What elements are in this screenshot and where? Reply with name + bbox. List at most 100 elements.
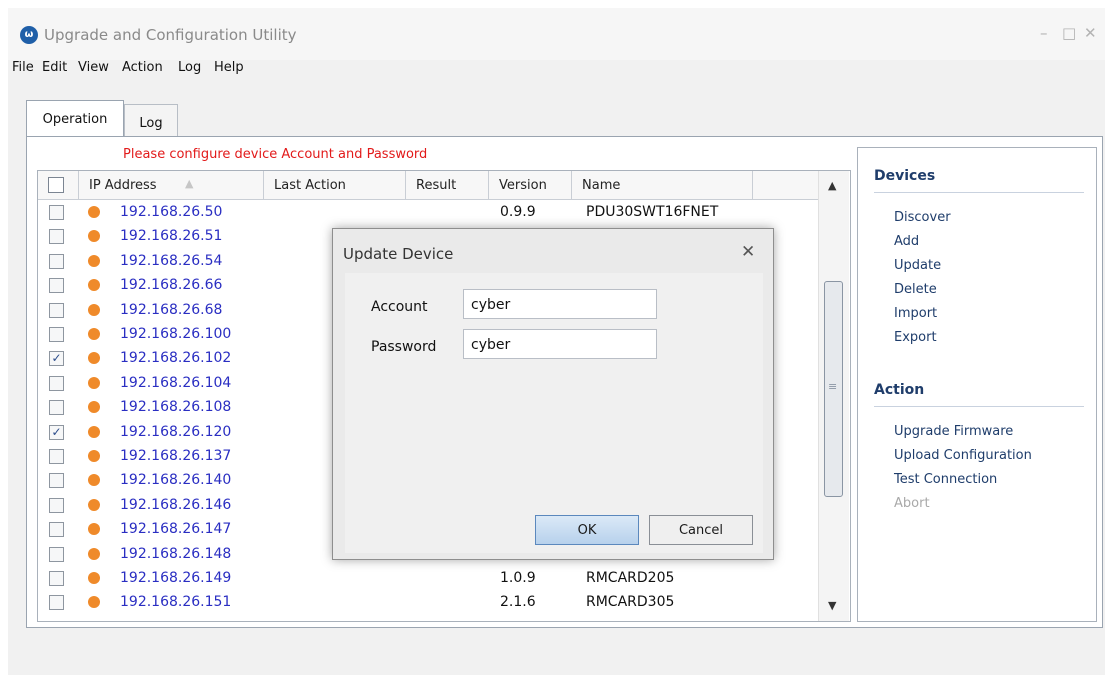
status-dot-icon (88, 279, 100, 292)
devices-heading: Devices (874, 168, 936, 184)
task-sidebar: Devices Discover Add Update Delete Impor… (857, 147, 1097, 622)
table-scrollbar[interactable]: ▲ ≡ ▼ (818, 171, 849, 621)
account-label: Account (371, 299, 428, 315)
version-cell: 1.0.9 (500, 570, 536, 586)
row-checkbox[interactable] (49, 229, 64, 245)
ip-address-cell[interactable]: 192.168.26.50 (120, 204, 222, 220)
version-cell: 0.9.9 (500, 204, 536, 220)
menu-edit[interactable]: Edit (42, 60, 67, 75)
dialog-body: Account cyber Password cyber (345, 273, 763, 553)
password-field[interactable]: cyber (463, 329, 657, 359)
column-filler (753, 171, 818, 199)
export-link[interactable]: Export (894, 330, 937, 345)
close-window-icon[interactable]: ✕ (1084, 24, 1097, 42)
menu-view[interactable]: View (78, 60, 109, 75)
table-row[interactable]: 192.168.26.50 0.9.9 PDU30SWT16FNET (38, 201, 818, 225)
title-bar: ω Upgrade and Configuration Utility – □ … (8, 8, 1105, 60)
scroll-up-icon[interactable]: ▲ (828, 179, 836, 192)
row-checkbox[interactable] (49, 400, 64, 416)
status-dot-icon (88, 352, 100, 365)
row-checkbox[interactable] (49, 375, 64, 391)
ip-address-cell[interactable]: 192.168.26.51 (120, 228, 222, 244)
row-checkbox[interactable] (49, 546, 64, 562)
scroll-down-icon[interactable]: ▼ (828, 599, 836, 612)
table-row[interactable]: 192.168.26.151 2.1.6 RMCARD305 (38, 591, 818, 615)
menu-action[interactable]: Action (122, 60, 163, 75)
ip-address-cell[interactable]: 192.168.26.66 (120, 277, 222, 293)
import-link[interactable]: Import (894, 306, 937, 321)
discover-link[interactable]: Discover (894, 210, 951, 225)
tab-log[interactable]: Log (124, 104, 178, 137)
row-checkbox[interactable] (49, 449, 64, 464)
update-link[interactable]: Update (894, 258, 941, 273)
row-checkbox[interactable] (49, 473, 64, 489)
maximize-icon[interactable]: □ (1062, 24, 1076, 42)
status-dot-icon (88, 474, 100, 487)
upload-configuration-link[interactable]: Upload Configuration (894, 448, 1032, 463)
ip-address-cell[interactable]: 192.168.26.140 (120, 472, 231, 488)
row-checkbox[interactable]: ✓ (49, 424, 64, 440)
app-logo-icon: ω (20, 26, 38, 44)
status-dot-icon (88, 230, 100, 243)
scroll-thumb[interactable]: ≡ (824, 281, 843, 497)
name-cell: RMCARD205 (586, 570, 675, 586)
column-last-action[interactable]: Last Action (264, 171, 406, 199)
cancel-button[interactable]: Cancel (649, 515, 753, 545)
delete-link[interactable]: Delete (894, 282, 937, 297)
ip-address-cell[interactable]: 192.168.26.108 (120, 399, 231, 415)
dialog-close-icon[interactable]: ✕ (741, 242, 755, 262)
dialog-title: Update Device (343, 245, 454, 263)
status-dot-icon (88, 425, 100, 438)
account-field[interactable]: cyber (463, 289, 657, 319)
row-checkbox[interactable] (49, 278, 64, 294)
ip-address-cell[interactable]: 192.168.26.120 (120, 424, 231, 440)
menu-help[interactable]: Help (214, 60, 244, 75)
menu-file[interactable]: File (12, 60, 34, 75)
column-result[interactable]: Result (406, 171, 489, 199)
ip-address-cell[interactable]: 192.168.26.149 (120, 570, 231, 586)
ip-address-cell[interactable]: 192.168.26.68 (120, 302, 222, 318)
test-connection-link[interactable]: Test Connection (894, 472, 997, 487)
ip-address-cell[interactable]: 192.168.26.148 (120, 546, 231, 562)
status-dot-icon (88, 303, 100, 316)
ip-address-cell[interactable]: 192.168.26.146 (120, 497, 231, 513)
status-dot-icon (88, 596, 100, 609)
status-dot-icon (88, 328, 100, 340)
minimize-icon[interactable]: – (1040, 24, 1048, 42)
name-cell: RMCARD305 (586, 594, 675, 611)
window-title: Upgrade and Configuration Utility (44, 26, 297, 44)
status-dot-icon (88, 450, 100, 462)
select-all-checkbox[interactable] (48, 177, 64, 193)
ip-address-cell[interactable]: 192.168.26.104 (120, 375, 231, 391)
ok-button[interactable]: OK (535, 515, 639, 545)
row-checkbox[interactable] (49, 302, 64, 318)
row-checkbox[interactable] (49, 522, 64, 538)
column-ip-address[interactable]: IP Address ▲ (79, 171, 264, 199)
update-device-dialog: Update Device ✕ Account cyber Password c… (332, 228, 774, 560)
menu-log[interactable]: Log (178, 60, 201, 75)
ip-address-cell[interactable]: 192.168.26.100 (120, 326, 231, 342)
column-version[interactable]: Version (489, 171, 572, 199)
ip-address-cell[interactable]: 192.168.26.147 (120, 521, 231, 537)
row-checkbox[interactable] (49, 571, 64, 586)
row-checkbox[interactable] (49, 497, 64, 513)
ip-address-cell[interactable]: 192.168.26.54 (120, 253, 222, 269)
row-checkbox[interactable]: ✓ (49, 351, 64, 367)
tab-operation[interactable]: Operation (26, 100, 124, 137)
add-link[interactable]: Add (894, 234, 919, 249)
ip-address-cell[interactable]: 192.168.26.102 (120, 350, 231, 366)
ip-address-cell[interactable]: 192.168.26.151 (120, 594, 231, 610)
status-dot-icon (88, 572, 100, 584)
table-header: IP Address ▲ Last Action Result Version … (38, 171, 818, 200)
row-checkbox[interactable] (49, 327, 64, 342)
ip-address-cell[interactable]: 192.168.26.137 (120, 448, 231, 464)
row-checkbox[interactable] (49, 205, 64, 220)
upgrade-firmware-link[interactable]: Upgrade Firmware (894, 424, 1013, 439)
status-dot-icon (88, 498, 100, 511)
row-checkbox[interactable] (49, 253, 64, 269)
table-row[interactable]: 192.168.26.149 1.0.9 RMCARD205 (38, 567, 818, 591)
row-checkbox[interactable] (49, 595, 64, 611)
column-name[interactable]: Name (572, 171, 753, 199)
menu-bar: File Edit View Action Log Help (8, 60, 1105, 82)
window-footer (8, 632, 1105, 675)
